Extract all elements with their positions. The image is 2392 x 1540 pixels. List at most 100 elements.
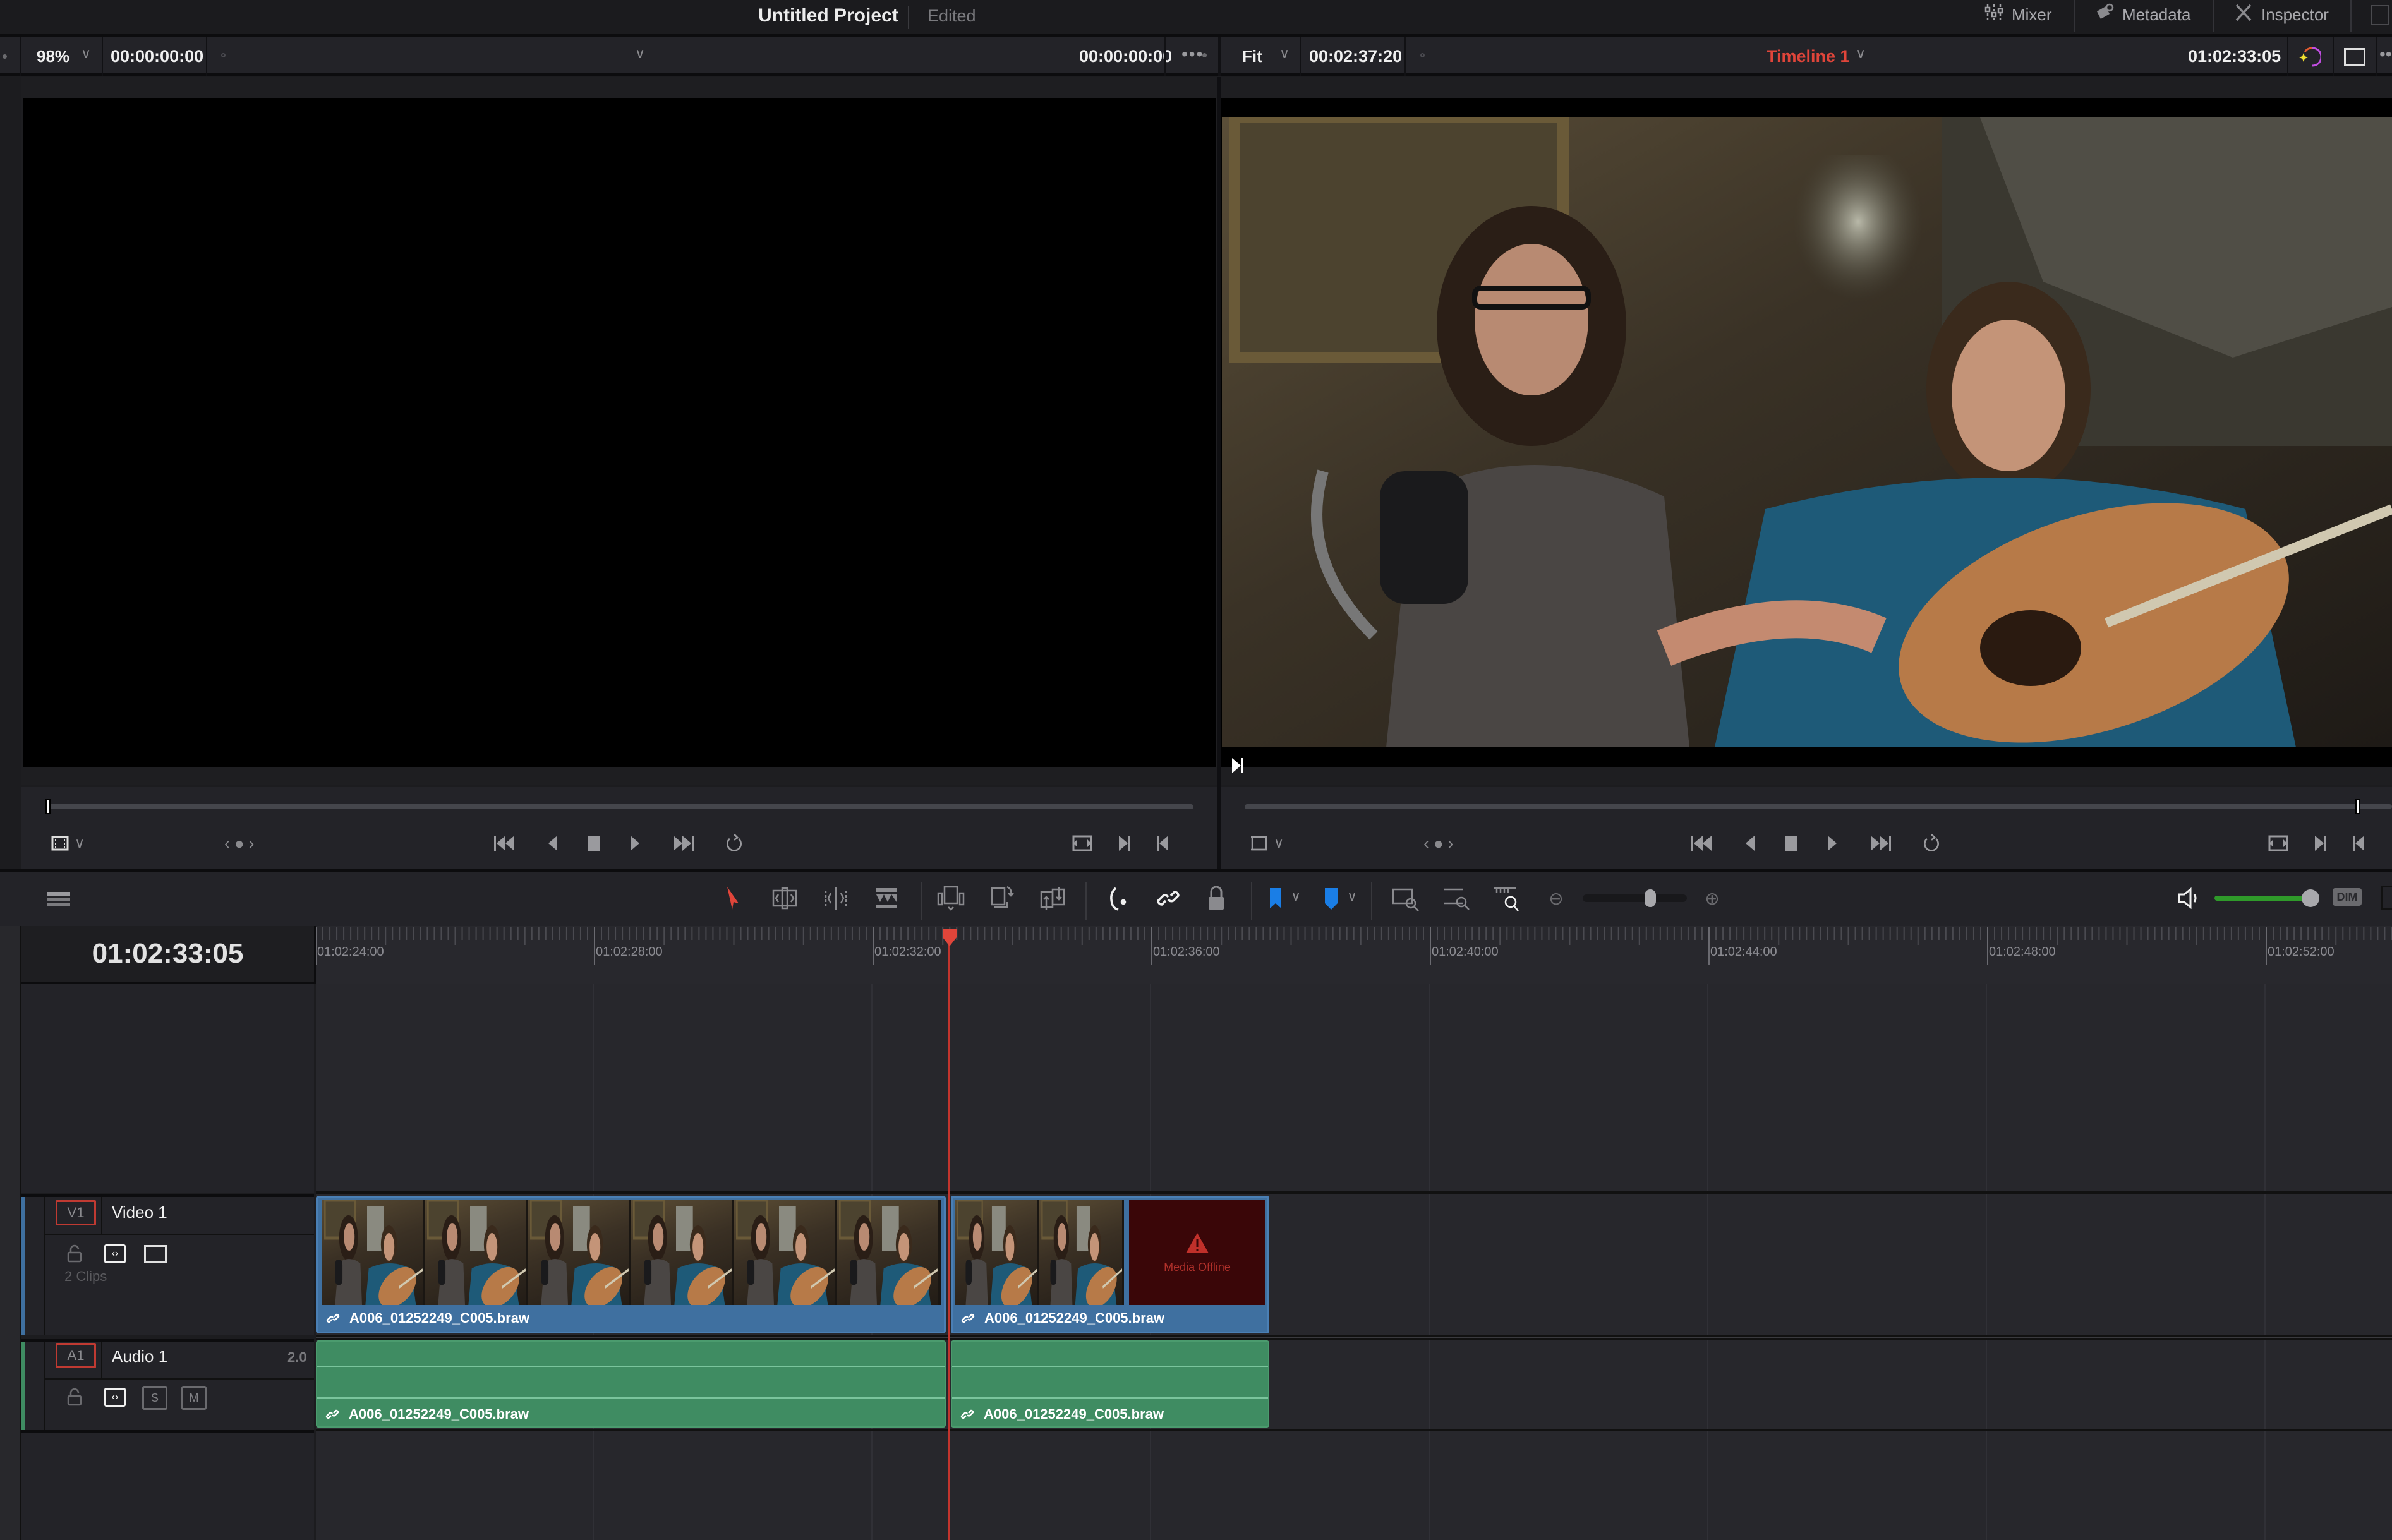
stop-icon[interactable] xyxy=(586,833,601,853)
inspector-button[interactable]: Inspector xyxy=(2233,0,2329,29)
timeline-viewer-options-icon[interactable]: •• xyxy=(2379,44,2392,64)
mark-in-icon[interactable] xyxy=(2314,833,2328,853)
chevron-down-icon[interactable]: ∨ xyxy=(1856,45,1866,62)
source-view-options[interactable]: ∨ xyxy=(51,833,85,854)
chevron-down-icon[interactable]: ∨ xyxy=(1279,45,1290,62)
track-lock-icon[interactable] xyxy=(67,1387,82,1406)
timeline-view-options-button[interactable] xyxy=(43,884,75,912)
blade-tool[interactable] xyxy=(871,884,902,912)
video-clip[interactable]: A006_01252249_C005.braw xyxy=(316,1196,946,1333)
playhead-line[interactable] xyxy=(948,929,950,1540)
audio-volume-button[interactable] xyxy=(2173,884,2205,912)
mark-out-icon[interactable] xyxy=(2352,833,2365,853)
metadata-button[interactable]: Metadata xyxy=(2094,0,2190,29)
playhead-handle[interactable] xyxy=(941,929,958,947)
full-extent-zoom-button[interactable] xyxy=(1390,884,1422,912)
v1-track-tag[interactable]: V1 xyxy=(56,1200,96,1225)
timeline-name-select[interactable]: Timeline 1 xyxy=(1767,47,1850,66)
audio-clip[interactable]: A006_01252249_C005.braw xyxy=(951,1340,1269,1428)
mixer-button[interactable]: Mixer xyxy=(1984,0,2052,29)
volume-slider-knob[interactable] xyxy=(2302,889,2319,907)
play-reverse-icon[interactable] xyxy=(546,833,559,853)
match-frame-icon[interactable] xyxy=(1071,833,1094,853)
audio-track-name[interactable]: Audio 1 xyxy=(112,1347,167,1366)
color-effects-icon[interactable] xyxy=(2298,45,2323,68)
track-enable-icon[interactable] xyxy=(144,1245,167,1263)
minus-icon: ⊖ xyxy=(1549,888,1564,908)
divider xyxy=(1219,37,1221,76)
video-audio-separator[interactable] xyxy=(316,1335,2392,1340)
flag-button[interactable] xyxy=(1260,884,1292,912)
panel-expand-button[interactable] xyxy=(2371,5,2389,25)
mark-out-icon[interactable] xyxy=(1156,833,1169,853)
zoom-in-button[interactable]: ⊕ xyxy=(1696,884,1728,912)
play-icon[interactable] xyxy=(629,833,642,853)
stop-icon[interactable] xyxy=(1784,833,1799,853)
source-zoom-select[interactable]: 98% xyxy=(37,47,69,66)
loop-icon[interactable] xyxy=(723,833,746,853)
jog-control[interactable]: ‹ ● › xyxy=(224,833,254,854)
zoom-out-button[interactable]: ⊖ xyxy=(1540,884,1572,912)
timeline-transport-controls xyxy=(1690,833,1943,854)
auto-select-toggle[interactable]: ‹› xyxy=(104,1388,126,1407)
auto-select-toggle[interactable]: ‹› xyxy=(104,1244,126,1263)
source-clip-dropdown[interactable]: ∨ xyxy=(635,45,645,62)
viewer-divider[interactable] xyxy=(1217,77,1221,869)
inspector-icon xyxy=(2233,3,2254,27)
timeline-view-options[interactable]: ∨ xyxy=(1250,833,1284,854)
audio-meter-button[interactable] xyxy=(2381,886,2392,910)
selection-tool[interactable] xyxy=(718,884,749,912)
go-to-start-icon[interactable] xyxy=(1690,833,1715,853)
timeline-zoom-slider[interactable] xyxy=(1583,894,1687,902)
solo-button[interactable]: S xyxy=(142,1386,167,1410)
source-viewer-screen[interactable] xyxy=(23,98,1216,767)
timeline-scrubber-handle[interactable] xyxy=(2355,799,2360,814)
divider xyxy=(102,37,103,76)
loop-icon[interactable] xyxy=(1920,833,1943,853)
timeline-zoom-knob[interactable] xyxy=(1645,889,1657,907)
flag-color-dropdown[interactable]: ∨ xyxy=(1291,888,1301,905)
detail-zoom-button[interactable] xyxy=(1441,884,1472,912)
match-frame-icon[interactable] xyxy=(2267,833,2290,853)
timeline-zoom-select[interactable]: Fit xyxy=(1242,47,1262,66)
marker-button[interactable] xyxy=(1315,884,1347,912)
viewer-mode-icon[interactable] xyxy=(2344,48,2365,66)
audio-clip[interactable]: A006_01252249_C005.braw xyxy=(316,1340,946,1428)
overwrite-clip-button[interactable] xyxy=(986,884,1018,912)
track-lock-icon[interactable] xyxy=(67,1244,82,1263)
dim-button[interactable]: DIM xyxy=(2333,888,2362,906)
custom-zoom-button[interactable] xyxy=(1491,884,1523,912)
go-to-end-icon[interactable] xyxy=(1867,833,1892,853)
source-timecode[interactable]: 00:00:00:00 xyxy=(111,47,203,66)
chevron-down-icon[interactable]: ∨ xyxy=(81,45,91,62)
timeline-edit-controls xyxy=(2267,833,2365,854)
linked-selection-toggle[interactable] xyxy=(1152,884,1184,912)
snapping-toggle[interactable] xyxy=(1102,884,1134,912)
mark-in-icon[interactable] xyxy=(1118,833,1132,853)
mute-button[interactable]: M xyxy=(181,1386,207,1410)
timeline-scrubber-track[interactable] xyxy=(1245,804,2392,809)
play-reverse-icon[interactable] xyxy=(1743,833,1756,853)
source-scrubber-handle[interactable] xyxy=(45,799,51,814)
marker-color-dropdown[interactable]: ∨ xyxy=(1347,888,1357,905)
source-scrubber-track[interactable] xyxy=(47,804,1193,809)
replace-icon xyxy=(1040,887,1065,910)
volume-slider-fill[interactable] xyxy=(2214,896,2316,901)
mixer-icon xyxy=(1984,3,2004,27)
go-to-end-icon[interactable] xyxy=(670,833,695,853)
play-icon[interactable] xyxy=(1827,833,1839,853)
a1-track-tag[interactable]: A1 xyxy=(56,1343,96,1368)
go-to-start-icon[interactable] xyxy=(493,833,518,853)
insert-clip-button[interactable] xyxy=(935,884,967,912)
source-options-icon[interactable]: ••• xyxy=(1181,44,1204,64)
replace-clip-button[interactable] xyxy=(1037,884,1068,912)
video-clip[interactable]: Media Offline A006_01252249_C005.braw xyxy=(951,1196,1269,1333)
divider xyxy=(1085,882,1087,920)
track-header-empty-area xyxy=(21,1430,314,1540)
jog-control[interactable]: ‹ ● › xyxy=(1423,833,1453,854)
position-lock-toggle[interactable] xyxy=(1200,884,1232,912)
dynamic-trim-tool[interactable] xyxy=(820,884,852,912)
video-track-name[interactable]: Video 1 xyxy=(112,1203,167,1222)
trim-tool[interactable] xyxy=(769,884,800,912)
marker-icon xyxy=(1325,888,1338,910)
